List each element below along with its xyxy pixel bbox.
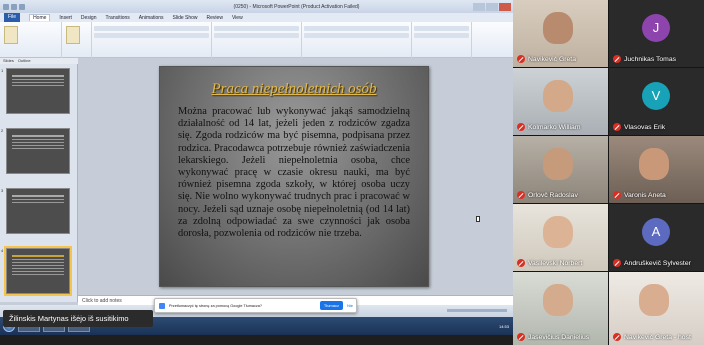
translate-button[interactable]: Tłumacz: [319, 301, 343, 310]
participant-tile[interactable]: J Juchnikas Tomas: [609, 0, 704, 67]
slide-thumbnail-3[interactable]: [6, 188, 70, 234]
slide-canvas[interactable]: Praca niepełnoletnich osób Można pracowa…: [159, 66, 429, 287]
tab-transitions[interactable]: Transitions: [106, 15, 130, 21]
undo-icon[interactable]: [11, 3, 17, 10]
minimize-button[interactable]: [473, 2, 485, 11]
font-selector[interactable]: [94, 26, 209, 31]
maximize-button[interactable]: [486, 2, 498, 11]
slide-thumbnail-4[interactable]: [4, 246, 72, 296]
quick-styles[interactable]: [304, 33, 409, 38]
slide-number: 1: [1, 68, 4, 73]
participant-tile[interactable]: Orlovč Radoslav: [513, 136, 608, 203]
zoom-slider[interactable]: [447, 309, 507, 312]
participant-tile[interactable]: Navikevič Greta - host: [609, 272, 704, 345]
ppt-titlebar: (0250) - Microsoft PowerPoint (Product A…: [0, 0, 513, 13]
translate-message: Przetłumaczyć tę stronę za pomocą Google…: [169, 303, 262, 308]
tab-review[interactable]: Review: [207, 15, 223, 21]
paragraph-row[interactable]: [214, 26, 299, 31]
participant-tile[interactable]: Kolmarko William: [513, 68, 608, 135]
mic-muted-icon: [517, 191, 525, 199]
mic-muted-icon: [517, 123, 525, 131]
font-format-row[interactable]: [94, 33, 209, 38]
clipboard-group: [0, 22, 62, 58]
avatar: A: [642, 218, 670, 246]
tab-design[interactable]: Design: [81, 15, 97, 21]
participant-tile[interactable]: V Vlasovas Erik: [609, 68, 704, 135]
window-controls: [473, 2, 513, 11]
alignment-row[interactable]: [214, 33, 299, 38]
slide-title: Praca niepełnoletnich osób: [211, 81, 377, 97]
slide-body: Można pracować lub wykonywać jakąś samod…: [178, 106, 410, 240]
paste-button[interactable]: [4, 26, 18, 44]
paragraph-group: [212, 22, 302, 58]
participant-name: Kolmarko William: [528, 123, 581, 131]
participant-tile[interactable]: Vasilevski Norbert: [513, 204, 608, 271]
new-slide-button[interactable]: [66, 26, 80, 44]
slide-thumbnails: 1 2 3 4: [0, 64, 78, 302]
participant-name: Andruškevič Sylvester: [624, 259, 691, 267]
participant-name: Jasevičius Danielius: [528, 333, 590, 341]
mouse-cursor-icon: [476, 216, 480, 222]
participant-name: Vlasovas Erik: [624, 123, 666, 131]
close-button[interactable]: [499, 2, 511, 11]
participant-tile[interactable]: Navikevič Greta: [513, 0, 608, 67]
drawing-group: [302, 22, 412, 58]
find-button[interactable]: [414, 26, 469, 31]
mic-muted-icon: [517, 55, 525, 63]
tab-slide-show[interactable]: Slide Show: [173, 15, 198, 21]
save-icon[interactable]: [3, 3, 9, 10]
clock: 14:53: [498, 323, 509, 329]
left-meeting-toast: Žilinskis Martynas išėjo iš susitikimo: [3, 310, 153, 327]
ribbon-tabs: File Home Insert Design Transitions Anim…: [0, 13, 513, 22]
avatar: V: [642, 82, 670, 110]
participant-tile[interactable]: Varonis Aneta: [609, 136, 704, 203]
participant-name: Vasilevski Norbert: [528, 259, 583, 267]
slide-number: 4: [1, 248, 4, 253]
quick-access-toolbar: [0, 3, 120, 10]
mic-muted-icon: [517, 333, 525, 341]
editing-group: [412, 22, 472, 58]
slide-thumbnail-2[interactable]: [6, 128, 70, 174]
window-title: (0250) - Microsoft PowerPoint (Product A…: [233, 3, 360, 10]
meeting-screen: (0250) - Microsoft PowerPoint (Product A…: [0, 0, 704, 345]
tab-file[interactable]: File: [4, 13, 21, 22]
shapes-gallery[interactable]: [304, 26, 409, 31]
slides-group: [62, 22, 92, 58]
translate-bar: Przetłumaczyć tę stronę za pomocą Google…: [154, 298, 357, 313]
participant-name: Navikevič Greta - host: [624, 333, 691, 341]
translate-cancel-button[interactable]: Nie: [347, 303, 356, 308]
avatar: J: [642, 14, 670, 42]
participant-name: Navikevič Greta: [528, 55, 576, 63]
slide-thumbnail-1[interactable]: [6, 68, 70, 114]
participants-grid: Navikevič Greta J Juchnikas Tomas Kolmar…: [513, 0, 704, 345]
mic-muted-icon: [517, 259, 525, 267]
ribbon: [0, 22, 513, 58]
mic-muted-icon: [613, 259, 621, 267]
translate-icon: [159, 302, 165, 309]
participant-name: Varonis Aneta: [624, 191, 666, 199]
slide-number: 3: [1, 188, 4, 193]
participant-tile[interactable]: A Andruškevič Sylvester: [609, 204, 704, 271]
mic-muted-icon: [613, 55, 621, 63]
shared-screen: (0250) - Microsoft PowerPoint (Product A…: [0, 0, 513, 335]
tab-animations[interactable]: Animations: [139, 15, 164, 21]
participant-name: Orlovč Radoslav: [528, 191, 578, 199]
mic-muted-icon: [613, 123, 621, 131]
slide-number: 2: [1, 128, 4, 133]
replace-button[interactable]: [414, 33, 469, 38]
font-group: [92, 22, 212, 58]
tab-insert[interactable]: Insert: [59, 15, 72, 21]
participant-name: Juchnikas Tomas: [624, 55, 677, 63]
mic-muted-icon: [613, 333, 621, 341]
tab-home[interactable]: Home: [29, 14, 51, 21]
tab-view[interactable]: View: [232, 15, 243, 21]
redo-icon[interactable]: [19, 3, 25, 10]
ppt-workspace: Slides Outline 1 2 3 4 Praca niepełnolet…: [0, 58, 513, 305]
participant-tile[interactable]: Jasevičius Danielius: [513, 272, 608, 345]
mic-muted-icon: [613, 191, 621, 199]
